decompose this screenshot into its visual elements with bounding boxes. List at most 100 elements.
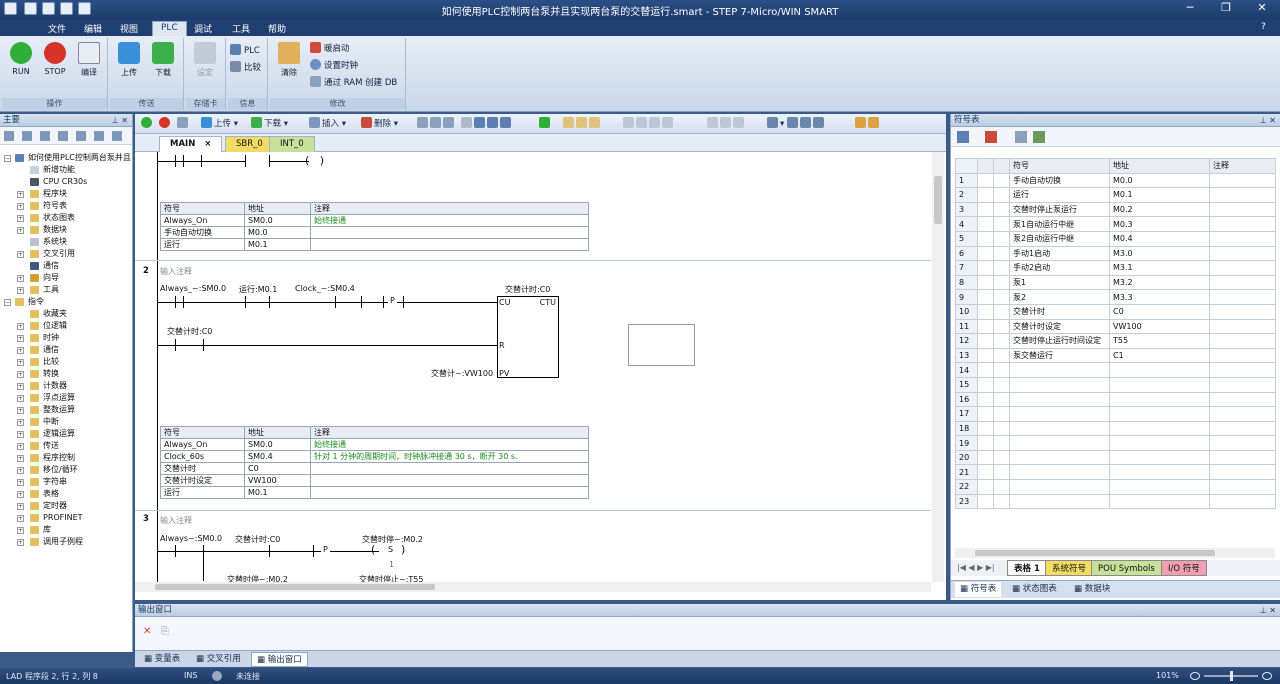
sheet-tab-pou-symbols[interactable]: POU Symbols <box>1091 560 1162 576</box>
download-button[interactable]: 下载 <box>148 42 178 78</box>
scroll-thumb[interactable] <box>975 550 1215 556</box>
expand-icon[interactable]: + <box>17 347 24 354</box>
icon-cell[interactable] <box>977 347 994 364</box>
icon-cell[interactable] <box>977 289 994 305</box>
address-cell[interactable]: M0.2 <box>1109 201 1210 218</box>
symbol-table-row[interactable]: 23 <box>955 493 1276 510</box>
symbol-cell[interactable]: 手动2启动 <box>1009 260 1110 276</box>
address-cell[interactable] <box>1109 406 1210 422</box>
symbol-cell[interactable] <box>1009 479 1110 495</box>
zoom-out-icon[interactable] <box>1190 672 1200 680</box>
symbol-cell[interactable] <box>1009 493 1110 510</box>
comment-cell[interactable] <box>1209 435 1276 451</box>
symbol-table-row[interactable]: 9 泵2 M3.3 <box>955 289 1276 305</box>
editor-upload-button[interactable]: 上传 ▾ <box>201 117 238 131</box>
ram-to-db-button[interactable]: 通过 RAM 创建 DB <box>310 76 397 88</box>
set-clock-button[interactable]: 设置时钟 <box>310 59 358 71</box>
comment-cell[interactable] <box>1209 172 1276 189</box>
icon-cell[interactable] <box>977 435 994 451</box>
comment-cell[interactable] <box>1209 391 1276 408</box>
icon-cell[interactable] <box>993 274 1010 291</box>
expand-icon[interactable]: + <box>17 491 24 498</box>
icon-cell[interactable] <box>977 376 994 393</box>
symbol-table-row[interactable]: 17 <box>955 406 1276 422</box>
close-icon[interactable]: ✕ <box>1250 1 1274 17</box>
comment-cell[interactable] <box>1209 230 1276 247</box>
address-cell[interactable] <box>1109 435 1210 451</box>
symbol-cell[interactable] <box>1009 435 1110 451</box>
symbol-table-row[interactable]: 11 交替计时设定 VW100 <box>955 318 1276 335</box>
menu-edit[interactable]: 编辑 <box>76 21 110 36</box>
address-cell[interactable]: C0 <box>1109 303 1210 320</box>
tree-item-clock[interactable]: + 时钟 <box>0 332 133 344</box>
icon-cell[interactable] <box>977 464 994 481</box>
icon-cell[interactable] <box>977 391 994 408</box>
clear-output-icon[interactable]: ✕ <box>143 626 151 637</box>
minimize-icon[interactable]: ─ <box>1178 1 1202 17</box>
pin-icon[interactable]: ⊥ ✕ <box>1260 114 1276 127</box>
symbol-table-row[interactable]: 18 <box>955 420 1276 437</box>
expand-icon[interactable]: + <box>17 383 24 390</box>
comment-cell[interactable] <box>1209 449 1276 466</box>
expand-icon[interactable]: + <box>17 443 24 450</box>
view-icon[interactable] <box>4 131 14 141</box>
icon-cell[interactable] <box>993 260 1010 276</box>
icon-cell[interactable] <box>993 376 1010 393</box>
ctu-counter-box[interactable]: CU CTU R PV <box>497 296 559 378</box>
toolbar-icon-group[interactable]: ▾ <box>767 117 826 131</box>
view-icon[interactable] <box>94 131 104 141</box>
tree-item-counter[interactable]: + 计数器 <box>0 380 133 392</box>
address-cell[interactable] <box>1109 479 1210 495</box>
symbol-cell[interactable] <box>1009 420 1110 437</box>
tab-int0[interactable]: INT_0 <box>269 136 315 152</box>
symbol-cell[interactable]: 泵1自动运行中继 <box>1009 216 1110 232</box>
run-button[interactable]: RUN <box>6 42 36 76</box>
tab-status-chart[interactable]: ▦ 状态图表 <box>1007 582 1062 597</box>
comment-cell[interactable] <box>1209 289 1276 305</box>
row-number[interactable]: 1 <box>955 172 978 189</box>
tree-item-string[interactable]: + 字符串 <box>0 476 133 488</box>
expand-icon[interactable]: + <box>17 359 24 366</box>
tree-item-system-block[interactable]: 系统块 <box>0 236 133 248</box>
tree-item-status-chart[interactable]: + 状态图表 <box>0 212 133 224</box>
address-cell[interactable]: T55 <box>1109 333 1210 349</box>
icon-cell[interactable] <box>993 464 1010 481</box>
row-number[interactable]: 19 <box>955 435 978 451</box>
expand-icon[interactable]: + <box>17 251 24 258</box>
comment-cell[interactable] <box>1209 464 1276 481</box>
icon-cell[interactable] <box>993 245 1010 262</box>
view-icon[interactable] <box>76 131 86 141</box>
delete-button[interactable]: 删除 ▾ <box>361 117 398 131</box>
address-cell[interactable] <box>1109 391 1210 408</box>
row-number[interactable]: 14 <box>955 362 978 378</box>
row-number[interactable]: 18 <box>955 420 978 437</box>
toolbar-icon-group[interactable] <box>855 117 881 131</box>
view-icon[interactable] <box>22 131 32 141</box>
icon-cell[interactable] <box>993 391 1010 408</box>
icon-cell[interactable] <box>993 289 1010 305</box>
address-cell[interactable]: M3.2 <box>1109 274 1210 291</box>
icon-cell[interactable] <box>977 420 994 437</box>
compare-button[interactable]: 比较 <box>230 61 261 73</box>
ladder-icon-group[interactable] <box>707 117 746 131</box>
tree-item-tools[interactable]: + 工具 <box>0 284 133 296</box>
tab-sbr0[interactable]: SBR_0 <box>225 136 274 152</box>
scroll-thumb[interactable] <box>155 584 435 590</box>
pin-icon[interactable]: ⊥ ✕ <box>1260 604 1276 617</box>
symbol-cell[interactable]: 泵1 <box>1009 274 1110 291</box>
address-cell[interactable]: M0.1 <box>1109 187 1210 203</box>
address-cell[interactable]: M0.0 <box>1109 172 1210 189</box>
menu-tools[interactable]: 工具 <box>224 21 258 36</box>
symbol-cell[interactable]: 泵2自动运行中继 <box>1009 230 1110 247</box>
address-cell[interactable] <box>1109 464 1210 481</box>
icon-cell[interactable] <box>993 420 1010 437</box>
tree-item-wizard[interactable]: + 向导 <box>0 272 133 284</box>
expand-icon[interactable]: + <box>17 371 24 378</box>
icon-cell[interactable] <box>977 449 994 466</box>
comment-cell[interactable] <box>1209 318 1276 335</box>
row-number[interactable]: 15 <box>955 376 978 393</box>
row-number[interactable]: 17 <box>955 406 978 422</box>
address-cell[interactable] <box>1109 449 1210 466</box>
symbol-cell[interactable]: 交替时停止泵运行 <box>1009 201 1110 218</box>
icon-cell[interactable] <box>993 333 1010 349</box>
